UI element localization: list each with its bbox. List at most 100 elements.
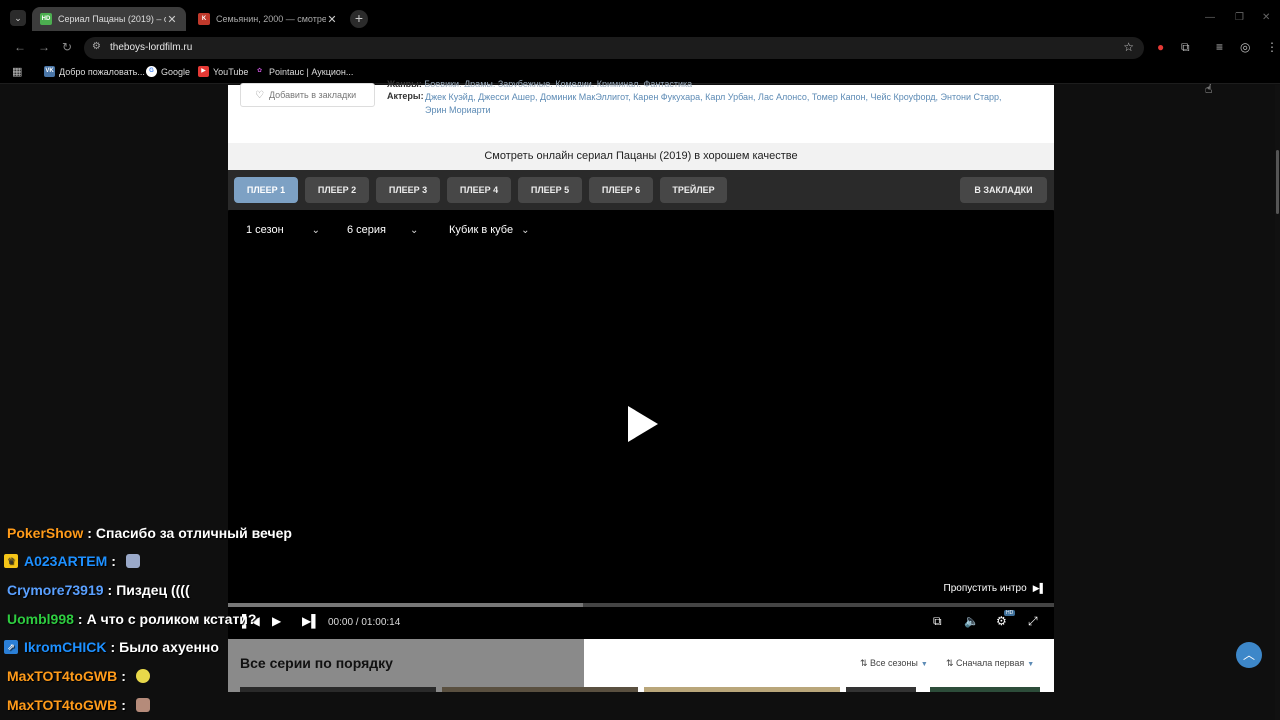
episode-value: 6 серия bbox=[347, 224, 387, 236]
tab-title: Семьянин, 2000 — смотреть о bbox=[216, 14, 326, 24]
emote-icon bbox=[135, 698, 150, 712]
scrollbar-thumb[interactable] bbox=[1276, 150, 1279, 214]
site-info-icon[interactable]: ⚙ bbox=[92, 41, 101, 52]
watch-online-title: Смотреть онлайн сериал Пацаны (2019) в х… bbox=[228, 143, 1054, 170]
add-to-bookmarks-button[interactable]: В ЗАКЛАДКИ bbox=[960, 177, 1047, 203]
chat-username: MaxTOT4toGWB bbox=[7, 668, 118, 684]
fullscreen-icon[interactable]: ⤢ bbox=[1028, 614, 1038, 629]
extensions-puzzle-icon[interactable]: ⧉ bbox=[1181, 40, 1190, 55]
caret-down-icon: ▼ bbox=[1027, 661, 1035, 668]
picture-in-picture-icon[interactable]: ⧉ bbox=[933, 614, 942, 629]
chat-username: A023ARTEM bbox=[24, 553, 108, 569]
bookmark-label: Pointauc | Аукцион... bbox=[269, 66, 354, 77]
menu-kebab-icon[interactable]: ⋮ bbox=[1266, 40, 1278, 54]
tab-player-3[interactable]: ПЛЕЕР 3 bbox=[376, 177, 440, 203]
chat-separator: : bbox=[121, 697, 126, 713]
caret-down-icon: ▼ bbox=[920, 661, 928, 668]
season-filter-label: Все сезоны bbox=[870, 658, 918, 668]
emote-icon bbox=[135, 669, 150, 683]
new-tab-button[interactable]: + bbox=[350, 10, 368, 28]
add-bookmark-button[interactable]: ♡ Добавить в закладки bbox=[240, 83, 375, 107]
browser-tab-bar: ⌄ HD Сериал Пацаны (2019) – смотр ✕ K Се… bbox=[0, 0, 1280, 36]
close-tab-icon[interactable]: ✕ bbox=[326, 13, 338, 26]
chat-username: IkromCHICK bbox=[24, 639, 107, 655]
chat-message: MaxTOT4toGWB: bbox=[0, 691, 330, 719]
browser-tab-inactive[interactable]: K Семьянин, 2000 — смотреть о ✕ bbox=[190, 7, 346, 31]
vk-icon: VK bbox=[44, 66, 55, 77]
tab-player-5[interactable]: ПЛЕЕР 5 bbox=[518, 177, 582, 203]
media-controls-icon[interactable]: ≡ bbox=[1216, 40, 1223, 54]
chat-username: PokerShow bbox=[7, 525, 84, 541]
season-select[interactable]: 1 сезон ⌄ bbox=[246, 224, 320, 236]
episode-thumbnail[interactable] bbox=[644, 687, 840, 692]
skip-icon: ▶▌ bbox=[1032, 583, 1046, 593]
chat-separator: : bbox=[111, 553, 116, 569]
chat-separator: : bbox=[77, 611, 83, 627]
restore-icon[interactable]: ❐ bbox=[1235, 12, 1244, 23]
scroll-to-top-button[interactable]: ︿ bbox=[1236, 642, 1262, 668]
bookmark-star-icon[interactable]: ☆ bbox=[1123, 40, 1134, 54]
google-icon: G bbox=[146, 66, 157, 77]
tab-trailer[interactable]: ТРЕЙЛЕР bbox=[660, 177, 727, 203]
reload-icon[interactable]: ↻ bbox=[62, 40, 72, 54]
stream-chat-overlay: PokerShow: Спасибо за отличный вечер ♛ A02… bbox=[0, 519, 360, 720]
add-bookmark-label: Добавить в закладки bbox=[268, 90, 357, 100]
bookmark-label: Google bbox=[161, 66, 191, 77]
chat-separator: : bbox=[121, 668, 126, 684]
chat-username: MaxTOT4toGWB bbox=[7, 697, 118, 713]
play-icon[interactable] bbox=[628, 406, 658, 442]
browser-tab-active[interactable]: HD Сериал Пацаны (2019) – смотр ✕ bbox=[32, 7, 186, 31]
close-tab-icon[interactable]: ✕ bbox=[166, 13, 178, 26]
genres-list[interactable]: Боевики, Драмы, Зарубежные, Комедии, Кри… bbox=[424, 79, 692, 87]
tab-player-2[interactable]: ПЛЕЕР 2 bbox=[305, 177, 369, 203]
youtube-icon: ▶ bbox=[198, 66, 209, 77]
chat-message: Crymore73919: Пиздец (((( bbox=[0, 576, 330, 604]
browser-toolbar: ← → ↻ ⚙ theboys-lordfilm.ru ☆ ● ⧉ ≡ ◎ ⋮ bbox=[0, 36, 1280, 60]
skip-intro-button[interactable]: Пропустить интро ▶▌ bbox=[944, 583, 1046, 594]
tab-search-button[interactable]: ⌄ bbox=[10, 10, 26, 26]
bookmark-pointauc[interactable]: ✿ Pointauc | Аукцион... bbox=[254, 66, 353, 77]
back-icon[interactable]: ← bbox=[14, 40, 26, 54]
episode-thumbnail[interactable] bbox=[930, 687, 1040, 692]
chat-text: Было ахуенно bbox=[119, 639, 219, 655]
emote-icon bbox=[125, 554, 140, 568]
tab-player-4[interactable]: ПЛЕЕР 4 bbox=[447, 177, 511, 203]
prime-badge-icon: ⇗ bbox=[4, 640, 18, 654]
chat-separator: : bbox=[87, 525, 92, 541]
bookmark-youtube[interactable]: ▶ YouTube bbox=[198, 66, 248, 77]
chat-separator: : bbox=[110, 639, 116, 655]
tab-player-6[interactable]: ПЛЕЕР 6 bbox=[589, 177, 653, 203]
forward-icon[interactable]: → bbox=[38, 40, 50, 54]
chat-username: Crymore73919 bbox=[7, 582, 104, 598]
season-filter[interactable]: ⇅ Все сезоны ▼ bbox=[860, 658, 928, 669]
actors-list[interactable]: Джек Куэйд, Джесси Ашер, Доминик МакЭлли… bbox=[425, 91, 1025, 117]
profile-icon[interactable]: ◎ bbox=[1240, 40, 1250, 54]
settings-gear-icon[interactable]: ⚙ bbox=[996, 614, 1007, 628]
bookmark-vk[interactable]: VK Добро пожаловать... bbox=[44, 66, 145, 77]
player-selector-bar: ПЛЕЕР 1 ПЛЕЕР 2 ПЛЕЕР 3 ПЛЕЕР 4 ПЛЕЕР 5 … bbox=[228, 170, 1054, 210]
minimize-icon[interactable]: — bbox=[1205, 12, 1215, 23]
chat-message: ♛ A023ARTEM: bbox=[0, 547, 330, 575]
order-filter[interactable]: ⇅ Сначала первая ▼ bbox=[946, 658, 1034, 669]
translation-select[interactable]: Кубик в кубе ⌄ bbox=[449, 224, 530, 236]
film-info: ♡ Добавить в закладки Жанры: Боевики, Др… bbox=[228, 79, 1054, 143]
address-bar[interactable]: ⚙ theboys-lordfilm.ru ☆ bbox=[84, 37, 1144, 59]
close-window-icon[interactable]: ✕ bbox=[1262, 12, 1270, 23]
extension-record-icon[interactable]: ● bbox=[1157, 40, 1164, 54]
apps-grid-icon[interactable]: ▦ bbox=[12, 65, 22, 78]
chevron-down-icon: ⌄ bbox=[311, 224, 321, 236]
bookmark-google[interactable]: G Google bbox=[146, 66, 190, 77]
chat-message: ⇗ IkromCHICK: Было ахуенно bbox=[0, 633, 330, 661]
episode-thumbnail[interactable] bbox=[846, 687, 916, 692]
chat-text: Пиздец (((( bbox=[116, 582, 190, 598]
hd-badge: HD bbox=[1004, 610, 1016, 616]
bookmark-label: Добро пожаловать... bbox=[59, 66, 145, 77]
chat-message: PokerShow: Спасибо за отличный вечер bbox=[0, 519, 330, 547]
tab-player-1[interactable]: ПЛЕЕР 1 bbox=[234, 177, 298, 203]
episode-select[interactable]: 6 серия ⌄ bbox=[347, 224, 418, 236]
episode-thumbnail[interactable] bbox=[442, 687, 638, 692]
volume-icon[interactable]: 🔈 bbox=[964, 614, 979, 628]
pointauc-icon: ✿ bbox=[256, 68, 263, 74]
chat-text: Спасибо за отличный вечер bbox=[95, 525, 292, 541]
translation-value: Кубик в кубе bbox=[449, 224, 514, 236]
